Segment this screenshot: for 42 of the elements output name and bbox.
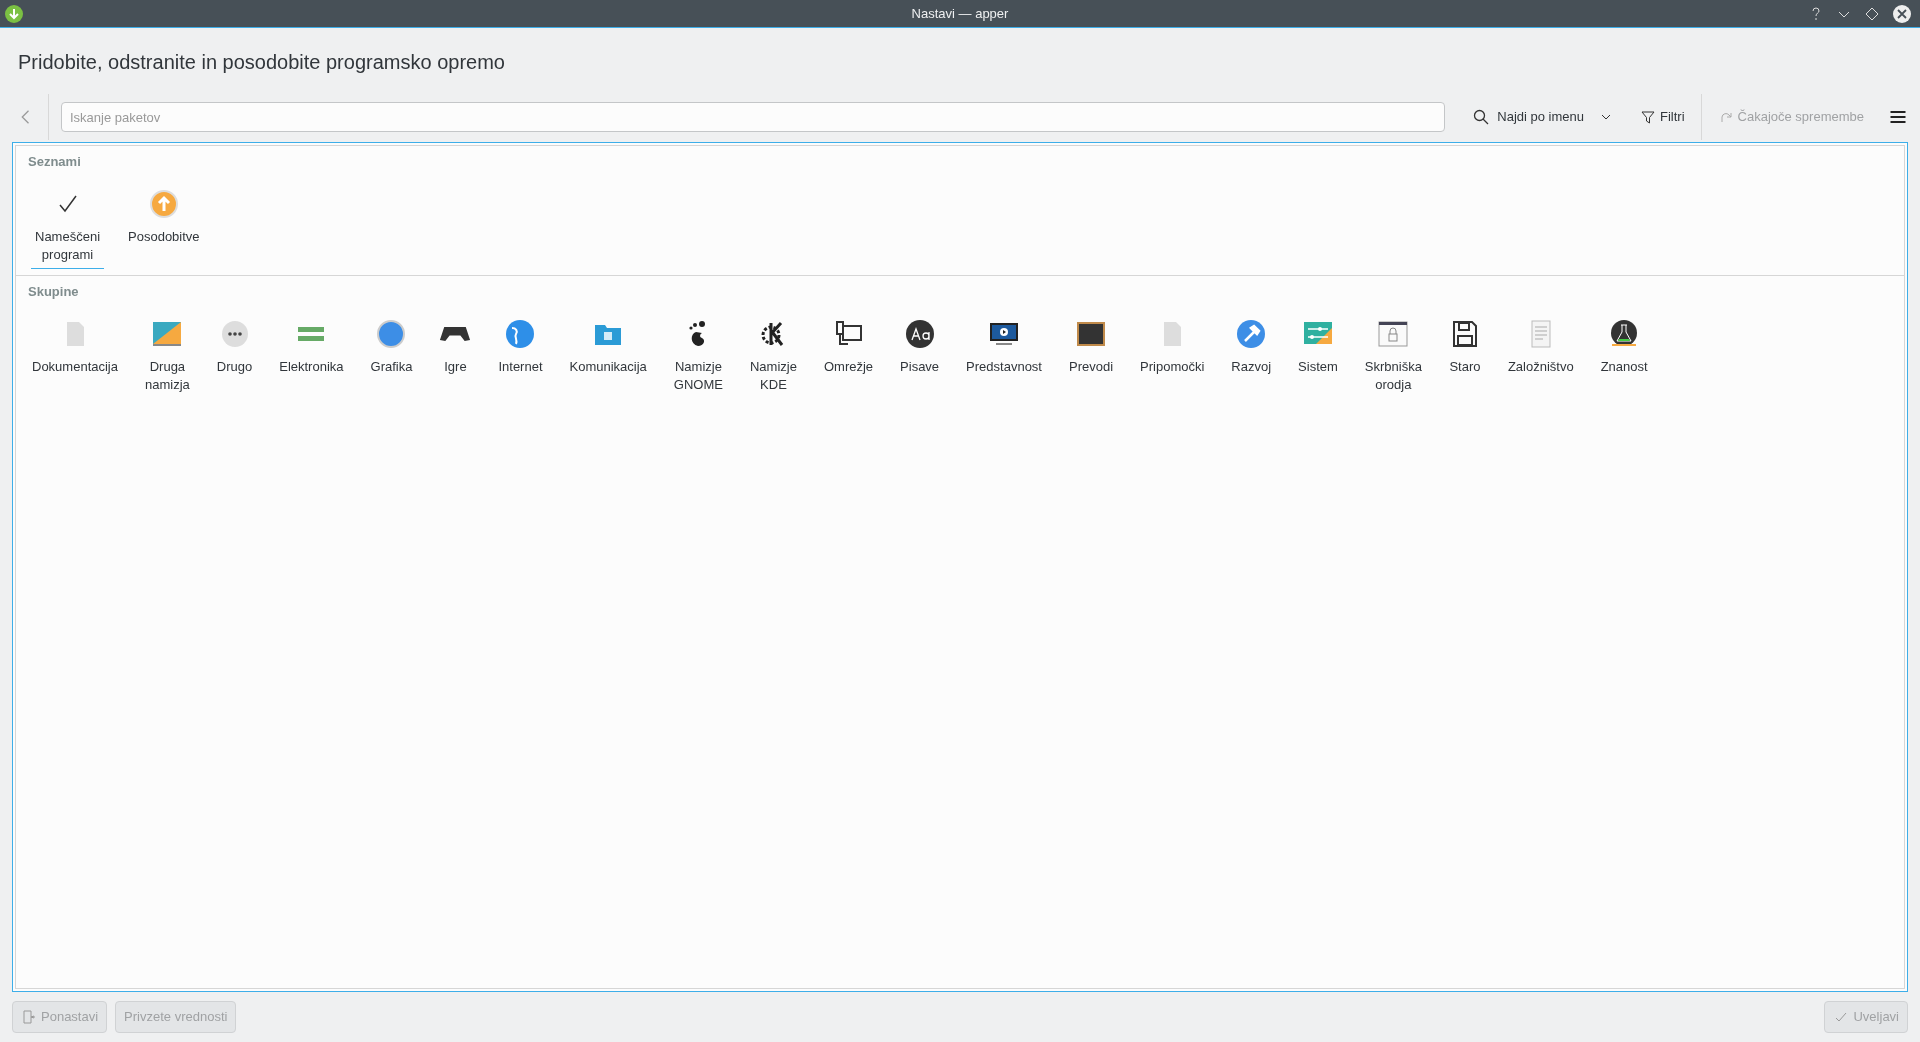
group-item[interactable]: Namizje GNOME xyxy=(673,317,723,394)
window-title: Nastavi — apper xyxy=(911,4,1009,23)
funnel-icon xyxy=(1640,109,1656,125)
group-item[interactable]: Omrežje xyxy=(823,317,874,394)
app-icon xyxy=(4,3,24,24)
group-item[interactable]: Prevodi xyxy=(1069,317,1114,394)
group-item[interactable]: Namizje KDE xyxy=(750,317,797,394)
group-item[interactable]: Komunikacija xyxy=(569,317,647,394)
page-heading: Pridobite, odstranite in posodobite programsko opremo xyxy=(17,50,506,75)
list-item[interactable]: Nameščeni programi xyxy=(31,187,105,269)
gamepad-icon xyxy=(439,326,472,341)
group-item[interactable]: Razvoj xyxy=(1231,317,1272,394)
font-icon xyxy=(903,317,936,350)
group-item[interactable]: Predstavnost xyxy=(966,317,1042,394)
section-title: Skupine xyxy=(28,283,80,301)
document-icon xyxy=(21,1009,37,1025)
group-item[interactable]: Druga namizja xyxy=(145,317,190,394)
group-item[interactable]: Elektronika xyxy=(279,317,344,394)
group-item[interactable]: Dokumentacija xyxy=(32,317,118,394)
group-item[interactable]: Igre xyxy=(439,317,472,394)
close-icon[interactable] xyxy=(1892,3,1912,24)
search-field[interactable]: Iskanje paketov xyxy=(61,102,1446,132)
group-item[interactable]: Pripomočki xyxy=(1140,317,1205,394)
group-item[interactable]: Grafika xyxy=(370,317,413,394)
group-item[interactable]: Znanost xyxy=(1600,317,1648,394)
list-item[interactable]: Posodobitve xyxy=(124,187,204,269)
up-arrow-circle-icon xyxy=(147,187,180,220)
filters-button[interactable]: Filtri xyxy=(1632,102,1693,132)
hammer-icon xyxy=(1235,317,1268,350)
sphere-icon xyxy=(375,317,408,350)
group-item[interactable]: Staro xyxy=(1448,317,1481,394)
group-item[interactable]: Pisave xyxy=(900,317,940,394)
group-item[interactable]: Založništvo xyxy=(1507,317,1574,394)
group-item[interactable]: Skrbniška orodja xyxy=(1364,317,1422,394)
find-by-name-button[interactable]: Najdi po imenu xyxy=(1461,102,1624,132)
search-icon xyxy=(1473,109,1490,125)
section-title: Seznami xyxy=(28,153,82,171)
maximize-icon[interactable] xyxy=(1864,5,1880,22)
group-item[interactable]: Drugo xyxy=(216,317,253,394)
group-item[interactable]: Sistem xyxy=(1298,317,1338,394)
globe-icon xyxy=(504,317,537,350)
group-item[interactable]: Internet xyxy=(498,317,543,394)
